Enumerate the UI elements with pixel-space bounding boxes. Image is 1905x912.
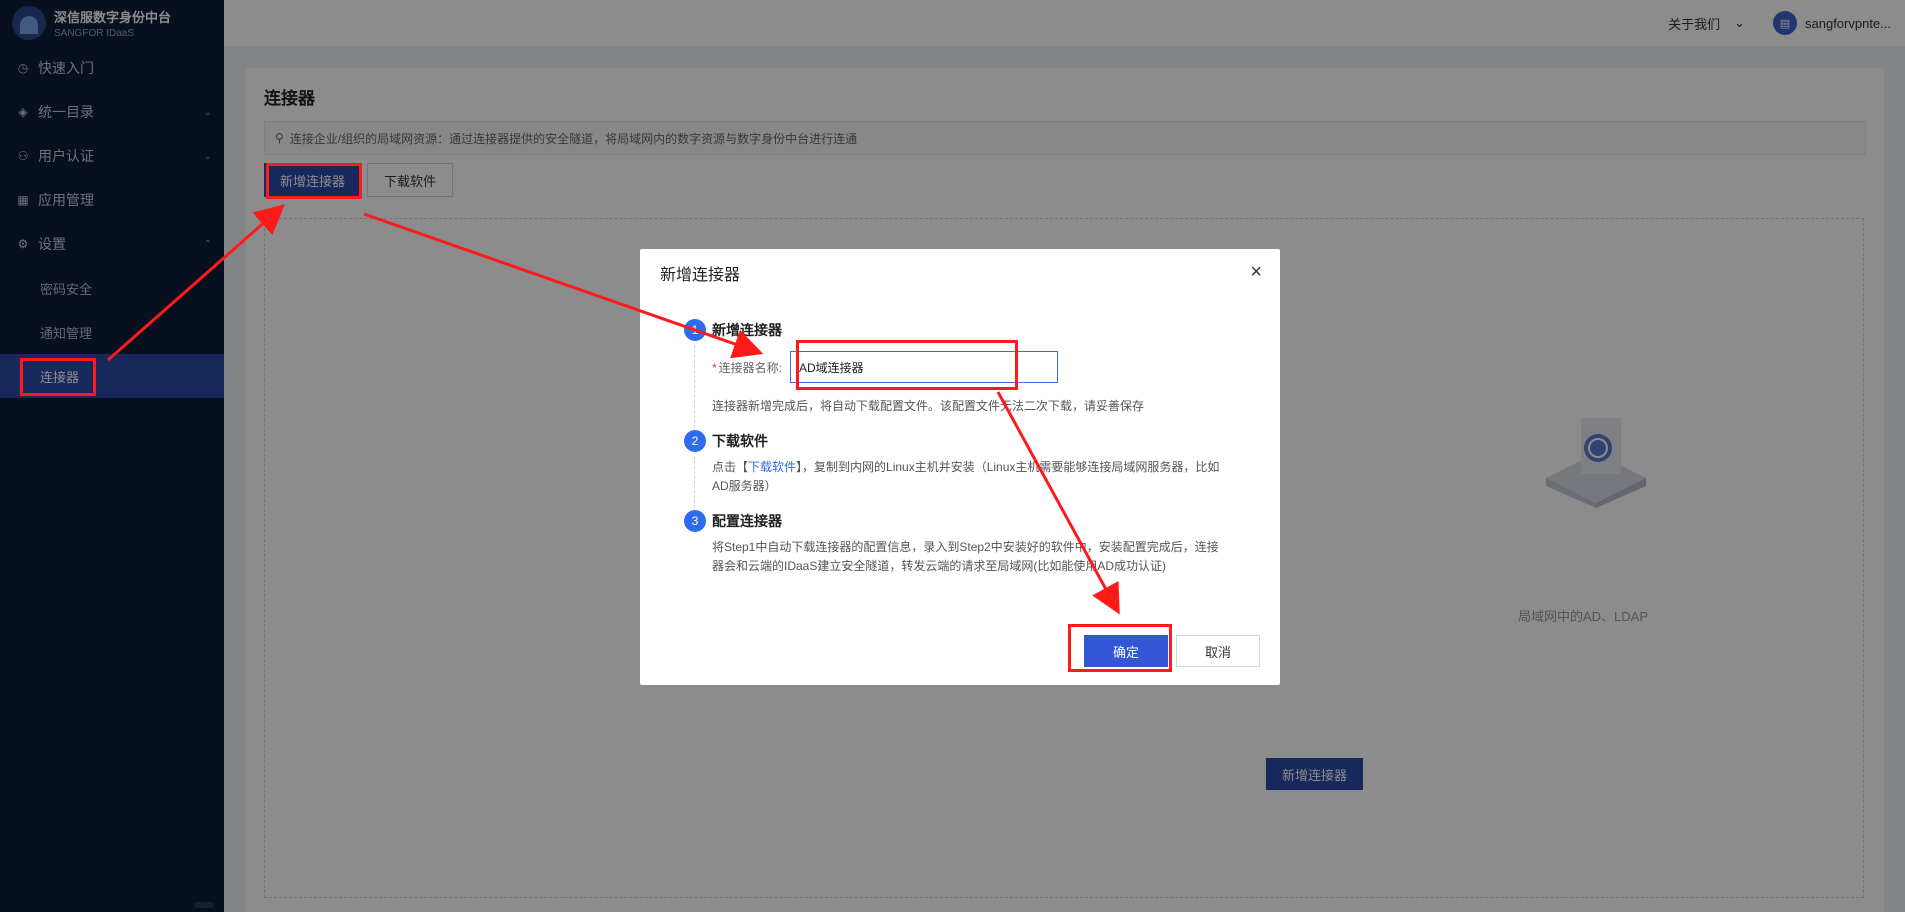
connector-name-label: 连接器名称: [718,360,783,375]
step-desc: 将Step1中自动下载连接器的配置信息，录入到Step2中安装好的软件中，安装配… [712,540,1219,573]
step-number: 1 [684,319,706,341]
add-connector-dialog: 新增连接器 × 1 新增连接器 *连接器名称: 连接器新增完成后，将自动下载配置… [640,249,1280,685]
step-desc: 点击【下载软件】，复制到内网的Linux主机并安装（Linux主机需要能够连接局… [712,460,1220,493]
step-connector-line [694,456,695,508]
step-connector-line [694,345,695,428]
cancel-button[interactable]: 取消 [1176,635,1260,667]
annotation-box-sidebar-connector [20,358,96,396]
step-title: 新增连接器 [712,322,782,338]
annotation-box-confirm [1068,624,1172,672]
step-number: 3 [684,510,706,532]
step-2: 2 下载软件 点击【下载软件】，复制到内网的Linux主机并安装（Linux主机… [684,430,1230,508]
step-title: 配置连接器 [712,513,782,529]
step-number: 2 [684,430,706,452]
download-software-link[interactable]: 下载软件 [748,460,796,474]
annotation-box-name-input [796,340,1018,390]
step-desc: 连接器新增完成后，将自动下载配置文件。该配置文件无法二次下载，请妥善保存 [712,399,1145,413]
required-mark: * [712,360,717,375]
step-title: 下载软件 [712,433,768,449]
step-3: 3 配置连接器 将Step1中自动下载连接器的配置信息，录入到Step2中安装好… [684,510,1230,576]
close-icon[interactable]: × [1250,261,1262,284]
annotation-box-add-button [266,163,362,199]
steps: 1 新增连接器 *连接器名称: 连接器新增完成后，将自动下载配置文件。该配置文件… [640,297,1280,576]
dialog-title: 新增连接器 [660,267,741,284]
